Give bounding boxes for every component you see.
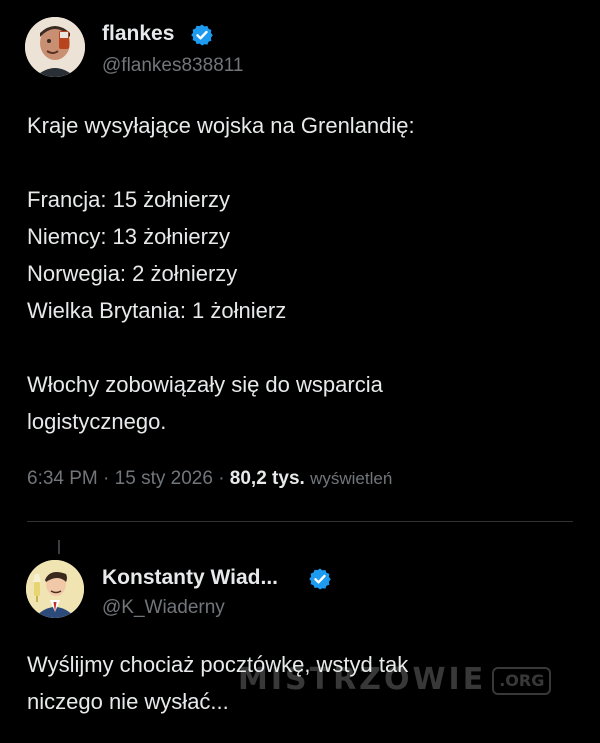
tweet-line: Norwegia: 2 żołnierzy bbox=[27, 261, 238, 286]
reply-author-name[interactable]: Konstanty Wiad... bbox=[102, 566, 278, 590]
verified-badge-icon bbox=[191, 24, 213, 46]
author-handle[interactable]: @flankes838811 bbox=[102, 55, 243, 77]
site-watermark: MISTRZOWIE .ORG bbox=[238, 662, 570, 702]
views-count[interactable]: 80,2 tys. bbox=[230, 468, 305, 489]
watermark-badge: .ORG bbox=[492, 666, 552, 695]
tweet-line: Francja: 15 żołnierzy bbox=[27, 187, 230, 212]
tweet-line: Wielka Brytania: 1 żołnierz bbox=[27, 298, 287, 323]
tweet-time[interactable]: 6:34 PM bbox=[27, 468, 98, 489]
tweet-text: Kraje wysyłające wojska na Grenlandię: F… bbox=[27, 107, 577, 440]
verified-badge-icon bbox=[309, 568, 331, 590]
tweet-line: logistycznego. bbox=[27, 409, 167, 434]
thread-connector-line bbox=[58, 540, 60, 554]
author-avatar[interactable] bbox=[25, 17, 85, 77]
watermark-text: MISTRZOWIE bbox=[238, 662, 487, 697]
reply-author-handle[interactable]: @K_Wiaderny bbox=[102, 597, 225, 619]
views-label: wyświetleń bbox=[310, 469, 393, 488]
meta-separator: · bbox=[103, 468, 110, 489]
meta-separator: · bbox=[218, 468, 225, 489]
tweet-date[interactable]: 15 sty 2026 bbox=[115, 468, 213, 489]
tweet-line: Niemcy: 13 żołnierzy bbox=[27, 224, 230, 249]
avatar-illustration-icon bbox=[26, 560, 84, 618]
tweet-meta: 6:34 PM · 15 sty 2026 · 80,2 tys. wyświe… bbox=[27, 468, 392, 490]
author-name[interactable]: flankes bbox=[102, 22, 174, 46]
tweet-line: Kraje wysyłające wojska na Grenlandię: bbox=[27, 113, 415, 138]
reply-author-avatar[interactable] bbox=[26, 560, 84, 618]
avatar-photo-icon bbox=[25, 17, 85, 77]
divider bbox=[27, 521, 573, 522]
tweet-line: Włochy zobowiązały się do wsparcia bbox=[27, 372, 383, 397]
